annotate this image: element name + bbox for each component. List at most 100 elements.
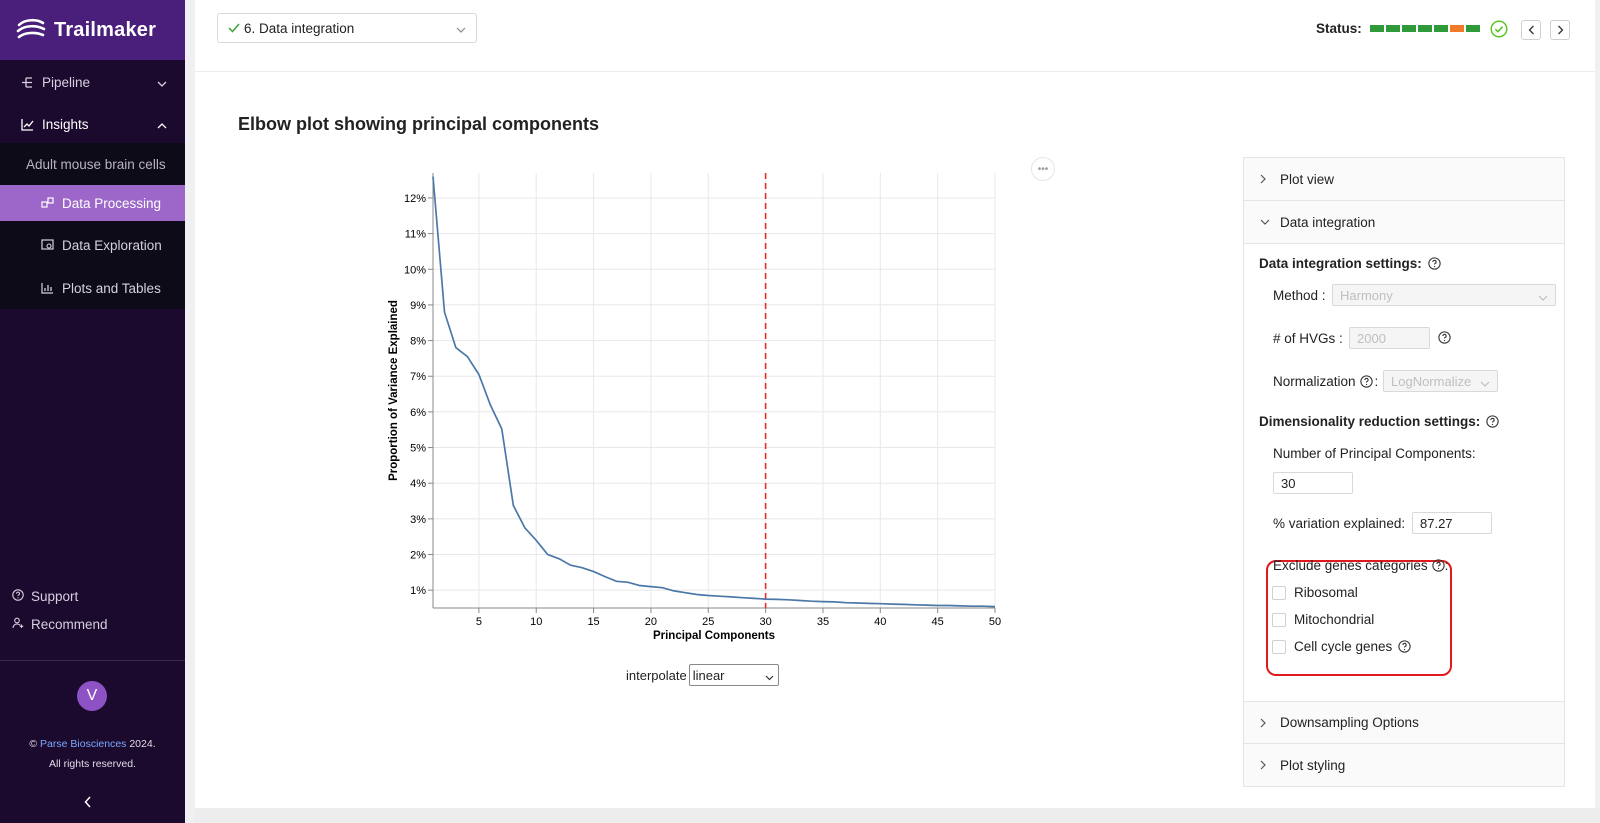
normalization-select[interactable]: LogNormalize	[1383, 370, 1498, 392]
num-pcs-input[interactable]: 30	[1273, 472, 1353, 494]
pipeline-icon	[20, 75, 34, 89]
main-content: 6. Data integration Status: Elbow plot s…	[195, 0, 1595, 808]
collapse-sidebar-button[interactable]	[84, 795, 92, 811]
recommend-label: Recommend	[31, 617, 108, 632]
bar-chart-icon	[40, 281, 54, 295]
variation-explained-label: % variation explained:	[1273, 516, 1406, 531]
sidebar-item-label: Data Processing	[62, 195, 162, 211]
status-step-bar	[1450, 25, 1464, 32]
downsampling-section-header[interactable]: Downsampling Options	[1244, 701, 1564, 744]
plot-actions-menu-button[interactable]: •••	[1031, 157, 1055, 181]
mitochondrial-checkbox-row[interactable]: Mitochondrial	[1272, 612, 1374, 627]
recommend-link[interactable]: Recommend	[12, 617, 108, 632]
y-tick-label: 12%	[404, 193, 426, 205]
method-select[interactable]: Harmony	[1332, 284, 1556, 306]
normalization-value: LogNormalize	[1391, 373, 1472, 389]
question-circle-icon[interactable]	[1359, 375, 1373, 388]
brand-logo[interactable]: Trailmaker	[0, 0, 185, 60]
y-tick-label: 7%	[410, 371, 426, 383]
variance-series-line	[432, 176, 996, 608]
sidebar-item-plots-and-tables[interactable]: Plots and Tables	[0, 270, 185, 306]
plot-title: Elbow plot showing principal components	[238, 114, 600, 134]
question-circle-icon[interactable]	[1431, 559, 1445, 572]
x-tick-label: 10	[530, 616, 542, 628]
chevron-down-icon	[1260, 219, 1270, 225]
status-step-bar	[1434, 25, 1448, 32]
sidebar-item-data-exploration[interactable]: Data Exploration	[0, 227, 185, 263]
ribosomal-checkbox[interactable]	[1272, 585, 1286, 600]
hvgs-input[interactable]: 2000	[1349, 327, 1430, 349]
chevron-down-icon	[765, 669, 774, 684]
copyright-symbol: ©	[29, 738, 38, 750]
x-tick-label: 35	[817, 616, 829, 628]
method-value: Harmony	[1340, 287, 1393, 303]
exclude-genes-title: Exclude genes categories :	[1273, 558, 1448, 573]
mitochondrial-checkbox[interactable]	[1272, 612, 1286, 627]
brand-name: Trailmaker	[54, 18, 157, 41]
support-label: Support	[31, 589, 79, 604]
pipeline-step-select[interactable]: 6. Data integration	[217, 13, 477, 43]
elbow-plot-chart: 5 10 15 20 25 30 35 40 45 50 1% 2% 3% 4% 5% 6% 7% 8% 9% 10%…	[388, 173, 1001, 642]
status-step-bar	[1466, 25, 1480, 32]
copyright-year: 2024.	[129, 738, 156, 750]
cell-cycle-checkbox-row[interactable]: Cell cycle genes	[1272, 639, 1411, 654]
parse-biosciences-link[interactable]: Parse Biosciences	[40, 738, 126, 750]
support-link[interactable]: Support	[12, 589, 78, 604]
nav-insights[interactable]: Insights	[0, 104, 185, 144]
sidebar-divider	[0, 660, 185, 661]
ellipsis-icon: •••	[1037, 163, 1049, 175]
y-tick-label: 1%	[410, 585, 426, 597]
checkbox-label: Ribosomal	[1294, 585, 1358, 600]
exclude-genes-title-text: Exclude genes categories	[1273, 558, 1428, 573]
sidebar: Trailmaker Pipeline Insights Adult mouse…	[0, 0, 185, 823]
status-step-bar	[1418, 25, 1432, 32]
insights-submenu: Adult mouse brain cells Data Processing …	[0, 143, 185, 309]
data-processing-icon	[40, 196, 54, 210]
question-circle-icon[interactable]	[1438, 331, 1451, 344]
avatar[interactable]: V	[77, 681, 107, 711]
x-tick-label: 45	[932, 616, 944, 628]
status-step-bar	[1386, 25, 1400, 32]
chevron-up-icon	[157, 117, 167, 132]
section-label: Data integration	[1280, 214, 1376, 230]
y-tick-label: 3%	[410, 514, 426, 526]
cell-cycle-checkbox[interactable]	[1272, 639, 1286, 654]
section-label: Plot styling	[1280, 757, 1346, 773]
y-tick-label: 9%	[410, 300, 426, 312]
chevron-right-icon	[1260, 718, 1270, 728]
nav-pipeline[interactable]: Pipeline	[0, 62, 185, 102]
horizontal-scrollbar[interactable]	[195, 808, 1600, 823]
copyright-line-2: All rights reserved.	[49, 758, 136, 770]
chevron-down-icon	[157, 75, 167, 90]
normalization-colon: :	[1374, 374, 1379, 389]
variation-explained-value: 87.27	[1420, 515, 1453, 531]
x-tick-label: 5	[476, 616, 482, 628]
check-icon	[228, 21, 240, 36]
previous-step-button[interactable]	[1521, 20, 1541, 40]
plot-view-section-header[interactable]: Plot view	[1244, 158, 1564, 201]
x-tick-label: 50	[989, 616, 1001, 628]
y-tick-label: 8%	[410, 336, 426, 348]
chevron-right-icon	[1557, 25, 1563, 35]
next-step-button[interactable]	[1550, 20, 1570, 40]
ribosomal-checkbox-row[interactable]: Ribosomal	[1272, 585, 1358, 600]
question-circle-icon[interactable]	[1428, 257, 1441, 270]
status-label: Status:	[1316, 21, 1362, 36]
settings-title-text: Data integration settings:	[1259, 256, 1422, 271]
variation-explained-input[interactable]: 87.27	[1412, 512, 1492, 534]
interpolate-select[interactable]: linear	[688, 664, 779, 686]
status-step-bar	[1402, 25, 1416, 32]
experiment-name[interactable]: Adult mouse brain cells	[26, 157, 166, 172]
sidebar-item-data-processing[interactable]: Data Processing	[0, 185, 185, 221]
exclude-genes-colon: :	[1444, 558, 1449, 573]
question-circle-icon[interactable]	[1398, 640, 1411, 653]
x-tick-label: 30	[759, 616, 771, 628]
chevron-right-icon	[1260, 760, 1270, 770]
question-circle-icon[interactable]	[1486, 415, 1499, 428]
chevron-down-icon	[1538, 289, 1548, 304]
copyright: © Parse Biosciences 2024. All rights res…	[0, 734, 185, 774]
normalization-label-row: Normalization :	[1273, 374, 1378, 389]
plot-styling-section-header[interactable]: Plot styling	[1244, 744, 1564, 787]
status-step-bar	[1370, 25, 1384, 32]
data-integration-section-header[interactable]: Data integration	[1244, 201, 1564, 244]
